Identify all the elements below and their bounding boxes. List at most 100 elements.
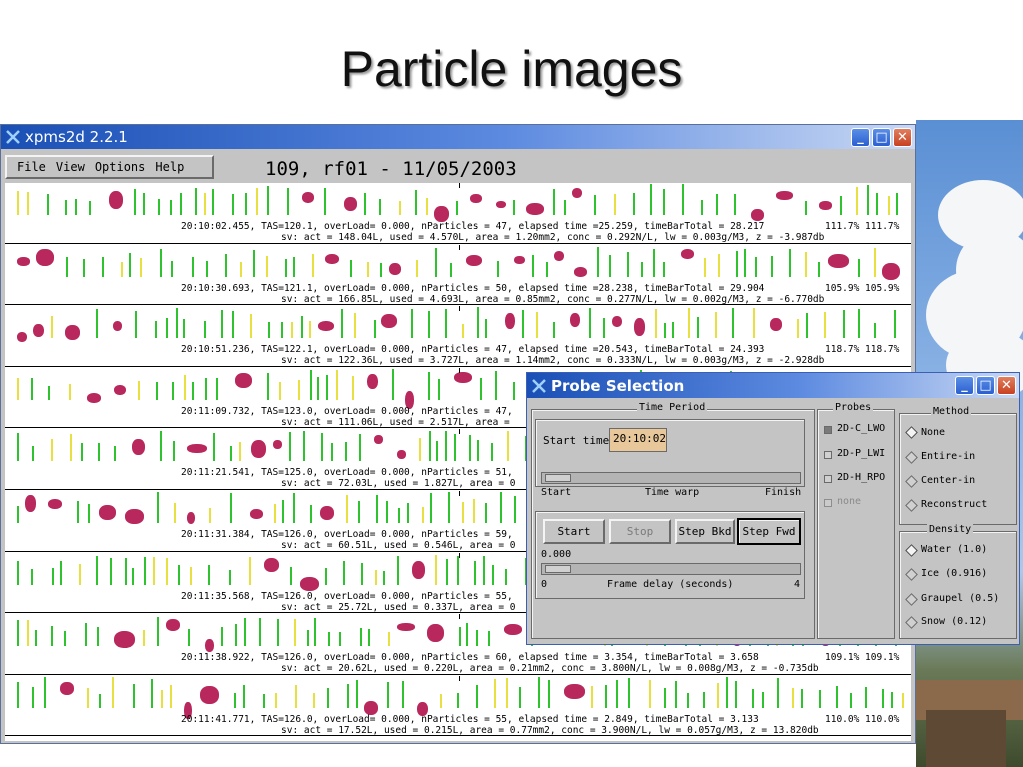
menu-file[interactable]: File: [17, 160, 46, 174]
step-back-button[interactable]: Step Bkd: [675, 519, 735, 544]
particle-image: [291, 322, 294, 339]
probe-checkbox[interactable]: [824, 426, 832, 434]
dialog-minimize-button[interactable]: _: [955, 376, 974, 395]
particle-image: [805, 313, 808, 339]
probe-checkbox[interactable]: [824, 451, 832, 459]
particle-image: [154, 321, 157, 339]
method-option-label: Center-in: [921, 475, 976, 486]
particle-image: [239, 442, 242, 462]
particle-image: [133, 189, 136, 215]
menu-view[interactable]: View: [56, 160, 85, 174]
particle-image: [675, 680, 677, 708]
dialog-titlebar[interactable]: Probe Selection _ □ ✕: [527, 373, 1019, 398]
strip-sample-volume: sv: act = 111.06L, used = 2.517L, area =: [281, 416, 510, 428]
particle-image: [439, 693, 442, 708]
particle-blob: [426, 624, 444, 643]
particle-image: [686, 692, 689, 708]
particle-blob: [465, 255, 482, 267]
particle-image: [27, 620, 30, 647]
particle-image: [326, 687, 329, 708]
particle-image: [590, 685, 593, 708]
particle-blob: [572, 187, 582, 198]
step-forward-button[interactable]: Step Fwd: [737, 518, 801, 545]
probe-checkbox[interactable]: [824, 475, 832, 483]
particle-image: [51, 316, 54, 339]
particle-image: [459, 627, 462, 647]
particle-image: [357, 501, 360, 523]
dialog-maximize-button[interactable]: □: [976, 376, 995, 395]
strip-stats: 20:11:21.541, TAS=125.0, overLoad= 0.000…: [181, 467, 513, 479]
particle-image: [152, 556, 155, 585]
particle-image: [294, 619, 297, 647]
particle-image: [505, 677, 508, 708]
particle-blob: [17, 257, 30, 267]
probe-item-label: 2D-C_LWO: [837, 423, 886, 434]
time-warp-slider[interactable]: [541, 472, 801, 484]
particle-image: [229, 446, 232, 462]
window-titlebar[interactable]: xpms2d 2.2.1 _ □ ✕: [1, 125, 915, 149]
particle-image: [456, 201, 459, 215]
particle-image: [274, 692, 277, 708]
maximize-icon: □: [979, 378, 992, 393]
start-time-input[interactable]: 20:10:02: [609, 428, 667, 452]
particle-image: [875, 193, 878, 215]
particle-image: [27, 192, 30, 215]
particle-image: [259, 618, 262, 647]
particle-image: [752, 308, 755, 339]
particle-image: [697, 317, 700, 339]
particle-image: [427, 311, 430, 339]
particle-image: [282, 500, 285, 523]
slider-start-label: Start: [541, 487, 572, 498]
particle-image: [157, 199, 160, 215]
particle-image: [874, 323, 877, 339]
strip-stats: 20:11:09.732, TAS=123.0, overLoad= 0.000…: [181, 405, 513, 417]
particle-image: [353, 313, 356, 339]
start-button[interactable]: Start: [543, 519, 605, 544]
particle-blob: [776, 191, 794, 201]
frame-delay-slider[interactable]: [541, 563, 801, 575]
particle-image: [382, 570, 385, 585]
minimize-button[interactable]: _: [851, 127, 870, 147]
particle-blob: [186, 443, 207, 453]
particle-image: [330, 443, 333, 462]
particle-image: [714, 312, 717, 339]
particle-image: [142, 193, 145, 215]
particle-image: [732, 308, 735, 339]
particle-image: [211, 189, 214, 215]
menu-options[interactable]: Options: [95, 160, 146, 174]
particle-image: [191, 256, 194, 277]
probe-checkbox: [824, 499, 832, 507]
maximize-button[interactable]: □: [872, 127, 891, 147]
particle-image: [208, 564, 211, 585]
particle-blob: [301, 191, 314, 203]
probes-frame: [817, 409, 895, 639]
particle-image: [215, 377, 218, 400]
particle-image: [172, 441, 175, 462]
frame-delay-value: 0.000: [541, 549, 572, 560]
particle-blob: [264, 557, 280, 572]
particle-image: [70, 434, 73, 462]
time-warp-slider-handle[interactable]: [545, 474, 571, 482]
particle-image: [74, 199, 77, 215]
particle-image: [359, 434, 362, 462]
particle-image: [427, 371, 430, 400]
particle-blob: [199, 685, 219, 704]
close-button[interactable]: ✕: [893, 127, 912, 147]
menu-help[interactable]: Help: [155, 160, 184, 174]
particle-image: [704, 257, 707, 277]
particle-blob: [496, 200, 507, 208]
particle-blob: [573, 266, 587, 277]
probe-item-label: 2D-P_LWI: [837, 448, 886, 459]
frame-delay-slider-handle[interactable]: [545, 565, 571, 573]
stop-button[interactable]: Stop: [609, 519, 671, 544]
particle-image: [112, 676, 115, 708]
particle-image: [224, 253, 227, 277]
maximize-icon: □: [875, 129, 888, 145]
strip-stats: 20:10:02.455, TAS=120.1, overLoad= 0.000…: [181, 221, 765, 232]
dialog-close-button[interactable]: ✕: [997, 376, 1016, 395]
particle-blob: [611, 316, 622, 328]
particle-image: [64, 200, 67, 215]
particle-image: [169, 684, 172, 708]
strip-percent: 109.1% 109.1%: [825, 652, 900, 664]
particle-blob: [112, 321, 122, 332]
